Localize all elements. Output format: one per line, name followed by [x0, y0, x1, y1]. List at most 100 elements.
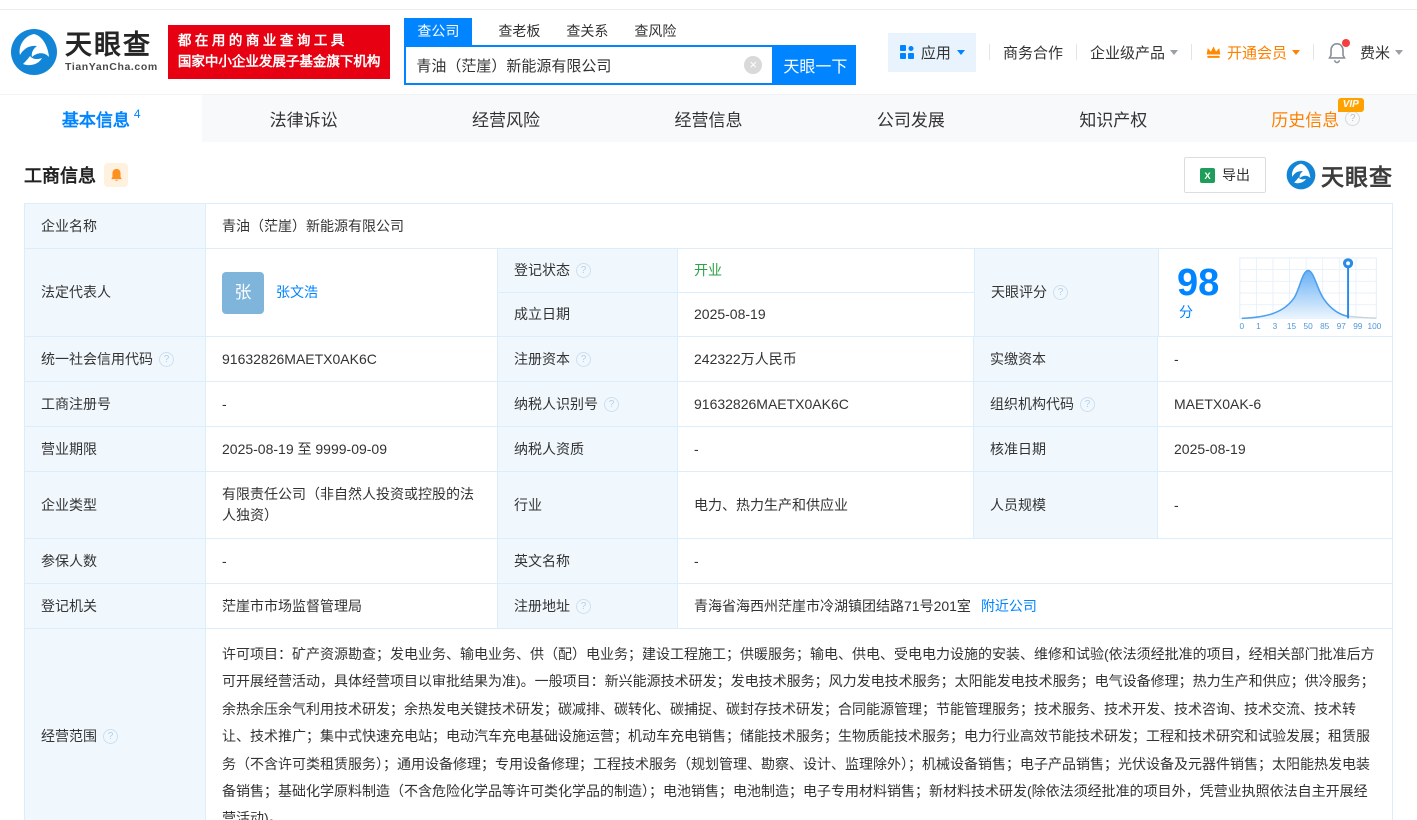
enterprise-label: 企业级产品: [1090, 42, 1165, 63]
help-icon[interactable]: ?: [159, 352, 174, 367]
help-icon[interactable]: ?: [1053, 285, 1068, 300]
tab-legal-litigation[interactable]: 法律诉讼: [202, 95, 404, 142]
svg-text:97: 97: [1336, 322, 1346, 331]
table-row: 企业类型 有限责任公司（非自然人投资或控股的法人独资） 行业 电力、热力生产和供…: [25, 472, 1392, 539]
field-label: 天眼评分 ?: [975, 249, 1159, 336]
search-input-value: 青油（茫崖）新能源有限公司: [416, 55, 611, 76]
field-label: 注册资本 ?: [498, 337, 678, 381]
subscribe-bell-icon[interactable]: [104, 163, 128, 187]
english-name-value: -: [678, 539, 1392, 583]
vip-label: 开通会员: [1227, 42, 1287, 63]
excel-icon: X: [1200, 168, 1215, 183]
help-icon[interactable]: ?: [103, 729, 118, 744]
tab-intellectual-property[interactable]: 知识产权: [1012, 95, 1214, 142]
nav-cooperation[interactable]: 商务合作: [1003, 42, 1063, 63]
nav-open-vip[interactable]: 开通会员: [1205, 42, 1300, 63]
nearby-companies-link[interactable]: 附近公司: [981, 596, 1037, 617]
nav-divider: [1076, 44, 1077, 60]
tab-label: 知识产权: [1079, 106, 1147, 131]
table-row: 统一社会信用代码 ? 91632826MAETX0AK6C 注册资本 ? 242…: [25, 337, 1392, 382]
logo-title: 天眼查: [65, 31, 158, 59]
table-row: 法定代表人 张 张文浩 登记状态 ? 开业 成立日期 2025-08-19: [25, 249, 1392, 337]
nav-enterprise-products[interactable]: 企业级产品: [1090, 42, 1178, 63]
chevron-down-icon: [957, 50, 965, 59]
user-menu[interactable]: 费米: [1360, 42, 1403, 63]
tab-history-info[interactable]: VIP 历史信息 ?: [1215, 95, 1417, 142]
help-icon[interactable]: ?: [576, 263, 591, 278]
field-label: 工商注册号: [25, 382, 206, 426]
field-label: 登记状态 ?: [498, 249, 678, 292]
legal-rep-cell: 张 张文浩: [206, 249, 498, 336]
slogan-banner: 都在用的商业查询工具 国家中小企业发展子基金旗下机构: [168, 25, 391, 79]
status-date-subtable: 登记状态 ? 开业 成立日期 2025-08-19: [498, 249, 975, 336]
tab-basic-info[interactable]: 基本信息 4: [0, 95, 202, 142]
reg-capital-value: 242322万人民币: [678, 337, 974, 381]
watermark-logo: 天眼查: [1286, 158, 1393, 192]
svg-text:99: 99: [1353, 322, 1363, 331]
notification-dot: [1342, 39, 1350, 47]
table-row: 登记机关 茫崖市市场监督管理局 注册地址 ? 青海省海西州茫崖市冷湖镇团结路71…: [25, 584, 1392, 629]
field-label: 组织机构代码 ?: [974, 382, 1158, 426]
reg-number-value: -: [206, 382, 498, 426]
business-info-table: 企业名称 青油（茫崖）新能源有限公司 法定代表人 张 张文浩 登记状态 ? 开业…: [24, 203, 1393, 820]
notification-bell[interactable]: [1327, 41, 1347, 64]
table-row: 工商注册号 - 纳税人识别号 ? 91632826MAETX0AK6C 组织机构…: [25, 382, 1392, 427]
search-button[interactable]: 天眼一下: [774, 45, 856, 85]
field-label: 企业名称: [25, 204, 206, 248]
clear-icon[interactable]: ×: [744, 56, 762, 74]
field-label: 实缴资本: [974, 337, 1158, 381]
tab-label: 历史信息: [1271, 106, 1339, 131]
svg-text:85: 85: [1320, 322, 1330, 331]
help-icon[interactable]: ?: [604, 397, 619, 412]
watermark-text: 天眼查: [1321, 158, 1393, 192]
search-tab-boss[interactable]: 查老板: [498, 21, 540, 45]
label-text: 统一社会信用代码: [41, 349, 153, 370]
svg-text:50: 50: [1303, 322, 1313, 331]
field-label: 企业类型: [25, 472, 206, 538]
tab-label: 经营信息: [674, 106, 742, 131]
export-label: 导出: [1222, 165, 1250, 185]
score-value: 98: [1177, 262, 1219, 304]
tianyancha-page: 天眼查 TianYanCha.com 都在用的商业查询工具 国家中小企业发展子基…: [0, 0, 1417, 820]
apps-menu[interactable]: 应用: [888, 33, 976, 72]
field-label: 成立日期: [498, 293, 678, 336]
help-icon[interactable]: ?: [576, 599, 591, 614]
svg-text:15: 15: [1287, 322, 1297, 331]
tab-count: 4: [134, 107, 141, 121]
search-tab-risk[interactable]: 查风险: [634, 21, 676, 45]
tab-label: 经营风险: [472, 106, 540, 131]
field-label: 行业: [498, 472, 678, 538]
chevron-down-icon: [1395, 50, 1403, 59]
search-input[interactable]: 青油（茫崖）新能源有限公司 ×: [404, 45, 774, 85]
help-icon[interactable]: ?: [1080, 397, 1095, 412]
field-label: 英文名称: [498, 539, 678, 583]
table-row: 企业名称 青油（茫崖）新能源有限公司: [25, 204, 1392, 249]
section-title: 工商信息: [24, 162, 96, 188]
export-button[interactable]: X 导出: [1184, 157, 1266, 193]
field-label: 统一社会信用代码 ?: [25, 337, 206, 381]
tab-company-development[interactable]: 公司发展: [810, 95, 1012, 142]
help-icon[interactable]: ?: [576, 352, 591, 367]
label-text: 注册资本: [514, 349, 570, 370]
tab-operation-risk[interactable]: 经营风险: [405, 95, 607, 142]
taxpayer-id-value: 91632826MAETX0AK6C: [678, 382, 974, 426]
search-tab-relation[interactable]: 查关系: [566, 21, 608, 45]
tyc-score-cell[interactable]: 98分: [1159, 249, 1392, 336]
reg-address-value: 青海省海西州茫崖市冷湖镇团结路71号201室: [694, 596, 971, 617]
crown-icon: [1205, 44, 1222, 60]
search-tab-company[interactable]: 查公司: [404, 18, 472, 45]
tab-operation-info[interactable]: 经营信息: [607, 95, 809, 142]
site-logo[interactable]: 天眼查 TianYanCha.com: [10, 28, 158, 76]
help-icon[interactable]: ?: [1345, 111, 1360, 126]
logo-swirl-icon: [1286, 160, 1316, 190]
username: 费米: [1360, 42, 1390, 63]
avatar[interactable]: 张: [222, 272, 264, 314]
tab-label: 公司发展: [877, 106, 945, 131]
logo-domain: TianYanCha.com: [65, 61, 158, 73]
field-label: 经营范围 ?: [25, 629, 206, 820]
reg-address-cell: 青海省海西州茫崖市冷湖镇团结路71号201室 附近公司: [678, 584, 1392, 628]
field-label: 营业期限: [25, 427, 206, 471]
chevron-down-icon: [1292, 50, 1300, 59]
field-label: 纳税人识别号 ?: [498, 382, 678, 426]
legal-rep-link[interactable]: 张文浩: [276, 282, 318, 303]
